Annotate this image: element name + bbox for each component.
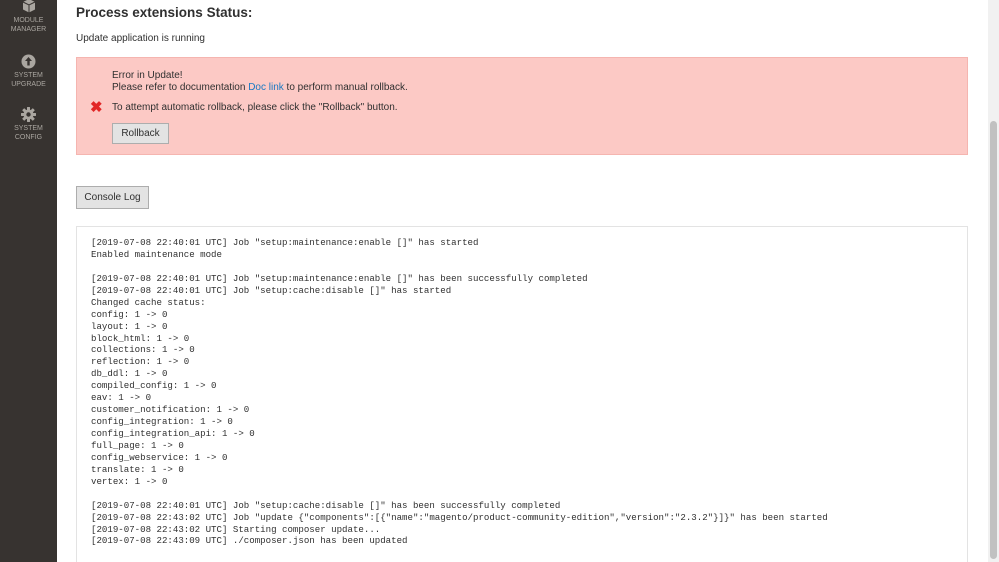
log-line: customer_notification: 1 -> 0 (91, 404, 250, 416)
auto-rollback-text: To attempt automatic rollback, please cl… (112, 102, 398, 113)
error-doc-prefix: Please refer to documentation (112, 82, 249, 93)
nav-system-upgrade[interactable]: SYSTEM UPGRADE (0, 54, 57, 89)
nav-label: SYSTEM (14, 72, 43, 79)
log-line: Changed cache status: (91, 296, 206, 308)
nav-label: MODULE (13, 17, 44, 24)
log-line: [2019-07-08 22:43:09 UTC] ./composer.jso… (91, 535, 408, 547)
log-line: full_page: 1 -> 0 (91, 439, 184, 451)
log-line: [2019-07-08 22:40:01 UTC] Job "setup:cac… (91, 499, 561, 511)
main-content: Process extensions Status: Update applic… (57, 0, 988, 562)
error-doc-text: Please refer to documentation Doc link t… (112, 82, 408, 93)
admin-sidebar: MODULE MANAGER SYSTEM UPGRADE SYSTEM CON… (0, 0, 57, 562)
log-line: [2019-07-08 22:40:01 UTC] Job "setup:mai… (91, 237, 479, 248)
nav-label: MANAGER (10, 25, 47, 33)
console-log-button[interactable]: Console Log (76, 186, 149, 209)
log-line: translate: 1 -> 0 (91, 463, 184, 475)
log-line: config_webservice: 1 -> 0 (91, 451, 228, 463)
log-line: layout: 1 -> 0 (91, 320, 168, 332)
error-x-icon: ✖ (90, 99, 103, 116)
log-line: config_integration: 1 -> 0 (91, 416, 233, 428)
error-message-box: ✖ Error in Update! Please refer to docum… (76, 57, 968, 155)
log-line: Enabled maintenance mode (91, 248, 222, 260)
log-line: [2019-07-08 22:40:01 UTC] Job "setup:mai… (91, 272, 588, 284)
gear-icon (21, 107, 36, 122)
log-line: config_integration_api: 1 -> 0 (91, 428, 255, 439)
console-log-panel[interactable]: [2019-07-08 22:40:01 UTC] Job "setup:mai… (76, 226, 968, 562)
update-status-text: Update application is running (76, 33, 205, 44)
log-line: [2019-07-08 22:43:02 UTC] Job "update {"… (91, 511, 828, 523)
log-line: config: 1 -> 0 (91, 308, 168, 320)
error-doc-suffix: to perform manual rollback. (283, 82, 408, 93)
log-line: reflection: 1 -> 0 (91, 356, 190, 368)
log-line: [2019-07-08 22:40:01 UTC] Job "setup:cac… (91, 284, 452, 296)
rollback-button[interactable]: Rollback (112, 123, 169, 144)
nav-label: UPGRADE (11, 80, 46, 88)
nav-label: SYSTEM (14, 125, 43, 132)
log-line: compiled_config: 1 -> 0 (91, 380, 217, 392)
log-line: block_html: 1 -> 0 (91, 332, 190, 344)
log-line: eav: 1 -> 0 (91, 392, 152, 404)
log-line: collections: 1 -> 0 (91, 344, 195, 356)
nav-module-manager[interactable]: MODULE MANAGER (0, 0, 57, 34)
scrollbar-thumb[interactable] (990, 121, 997, 559)
error-title: Error in Update! (112, 70, 183, 81)
page-title: Process extensions Status: (76, 5, 253, 20)
nav-label: CONFIG (14, 133, 43, 141)
nav-system-config[interactable]: SYSTEM CONFIG (0, 107, 57, 142)
log-line: db_ddl: 1 -> 0 (91, 368, 168, 380)
log-line: vertex: 1 -> 0 (91, 475, 168, 487)
page-scrollbar[interactable] (988, 0, 999, 562)
log-line: [2019-07-08 22:43:02 UTC] Starting compo… (91, 523, 381, 535)
doc-link[interactable]: Doc link (248, 82, 284, 93)
cube-icon (22, 0, 35, 13)
upload-arrow-icon (21, 54, 36, 69)
